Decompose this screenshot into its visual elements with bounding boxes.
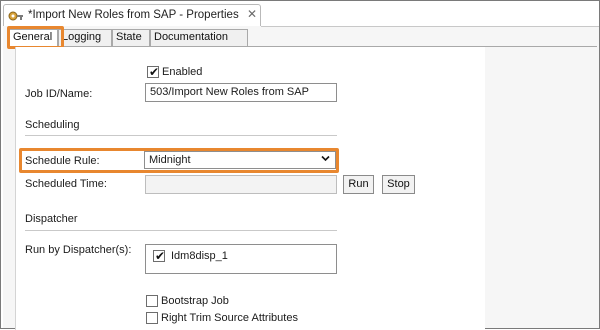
properties-window: *Import New Roles from SAP - Properties … — [0, 0, 600, 330]
scheduled-time-field[interactable] — [145, 175, 337, 194]
scheduled-time-label: Scheduled Time: — [25, 178, 107, 190]
title-divider — [261, 26, 599, 27]
enabled-checkbox[interactable]: ✔ — [147, 65, 160, 79]
dispatcher-name: Idm8disp_1 — [171, 250, 228, 262]
editor-title-tab[interactable]: *Import New Roles from SAP - Properties … — [3, 4, 261, 26]
dispatcher-checkbox[interactable]: ✔ — [153, 249, 166, 263]
checkmark-icon: ✔ — [155, 249, 166, 263]
run-by-dispatcher-label: Run by Dispatcher(s): — [25, 244, 132, 256]
checkmark-icon: ✔ — [149, 65, 160, 79]
scheduling-separator — [25, 135, 337, 136]
schedule-rule-highlight — [19, 148, 339, 173]
tab-logging[interactable]: Logging — [58, 29, 112, 46]
general-tab-highlight — [7, 26, 64, 49]
tab-documentation[interactable]: Documentation — [150, 29, 248, 46]
bootstrap-job-label: Bootstrap Job — [161, 295, 229, 307]
properties-icon — [8, 9, 24, 26]
dispatcher-separator — [25, 230, 337, 231]
close-icon[interactable]: ✕ — [247, 7, 257, 21]
run-button[interactable]: Run — [343, 175, 374, 194]
bootstrap-job-checkbox[interactable] — [146, 295, 158, 307]
right-trim-label: Right Trim Source Attributes — [161, 312, 298, 324]
tab-state[interactable]: State — [112, 29, 150, 46]
stop-button[interactable]: Stop — [382, 175, 415, 194]
scheduling-heading: Scheduling — [25, 119, 80, 131]
dispatcher-list[interactable]: ✔ Idm8disp_1 — [145, 244, 337, 274]
right-trim-checkbox[interactable] — [146, 312, 158, 324]
dispatcher-heading: Dispatcher — [25, 213, 78, 225]
window-title: *Import New Roles from SAP - Properties — [28, 9, 239, 21]
enabled-label: Enabled — [162, 66, 203, 78]
job-id-field[interactable]: 503/Import New Roles from SAP — [145, 83, 337, 102]
job-id-label: Job ID/Name: — [25, 88, 93, 100]
